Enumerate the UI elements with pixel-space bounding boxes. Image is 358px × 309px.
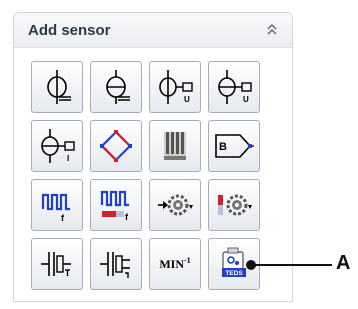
frequency-counter-icon: f [41, 193, 70, 223]
strain-gauge-variant-button[interactable] [90, 61, 142, 113]
bridge-label: B [219, 141, 227, 153]
collapse-chevron-icon[interactable] [264, 22, 280, 38]
rotary-encoder-button[interactable] [149, 179, 201, 231]
svg-text:U: U [184, 95, 190, 104]
filter-icon [41, 252, 71, 276]
current-sensor-icon: I [41, 129, 75, 163]
strain-gauge-icon [47, 70, 71, 104]
frequency-counter-variant-icon: f [100, 190, 129, 222]
min-inverse-label: MIN-1 [159, 256, 190, 272]
strain-gauge-button[interactable] [31, 61, 83, 113]
rotary-encoder-variant-icon [218, 194, 252, 216]
voltage-sensor-icon: U [159, 70, 193, 104]
sensor-button-grid: U U I B f f MIN-1 TEDS [31, 61, 260, 290]
voltage-sensor-button[interactable]: U [149, 61, 201, 113]
frequency-counter-variant-button[interactable]: f [90, 179, 142, 231]
svg-text:f: f [61, 213, 65, 223]
filter-variant-button[interactable] [90, 238, 142, 290]
current-sensor-button[interactable]: I [31, 120, 83, 172]
rotary-encoder-variant-button[interactable] [208, 179, 260, 231]
teds-label: TEDS [225, 270, 243, 277]
svg-text:U: U [243, 95, 249, 104]
add-sensor-panel: Add sensor U U I B f f MIN-1 TEDS [13, 12, 293, 302]
filter-button[interactable] [31, 238, 83, 290]
panel-header: Add sensor [14, 13, 292, 48]
frequency-counter-button[interactable]: f [31, 179, 83, 231]
svg-text:f: f [125, 212, 129, 222]
full-bridge-icon [100, 130, 132, 162]
callout-line [250, 264, 332, 266]
min-inverse-button[interactable]: MIN-1 [149, 238, 201, 290]
rotary-encoder-icon [158, 194, 193, 216]
min-exponent: -1 [184, 256, 191, 265]
callout-label: A [336, 252, 351, 274]
filter-variant-icon [100, 252, 130, 278]
bridge-amplifier-button[interactable]: B [208, 120, 260, 172]
full-bridge-button[interactable] [90, 120, 142, 172]
strain-gauge-variant-icon [106, 70, 130, 104]
svg-text:I: I [67, 154, 69, 163]
min-label: MIN [159, 257, 184, 271]
voltage-sensor-variant-button[interactable]: U [208, 61, 260, 113]
resistor-bank-icon [164, 132, 186, 160]
panel-title: Add sensor [28, 21, 111, 39]
voltage-sensor-variant-icon: U [218, 70, 252, 104]
resistor-bank-button[interactable] [149, 120, 201, 172]
bridge-amplifier-icon: B [215, 134, 254, 158]
